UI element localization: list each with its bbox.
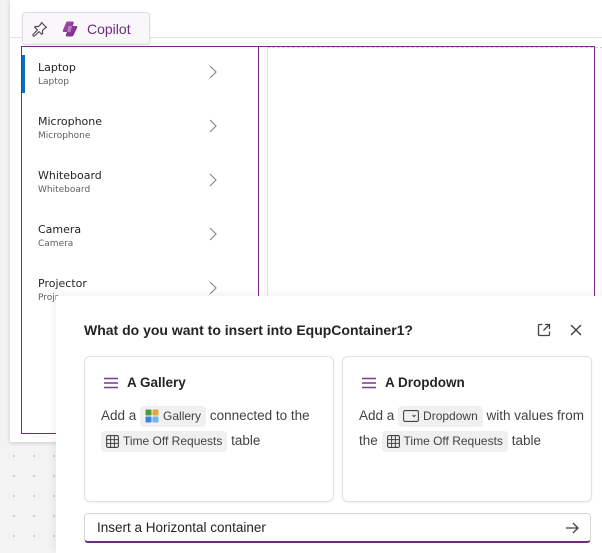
gallery-item-subtitle: Whiteboard [38,185,91,195]
dropdown-chip: Dropdown [398,405,483,427]
chevron-right-icon[interactable] [208,173,218,187]
pin-icon[interactable] [23,13,57,44]
copilot-icon [62,21,78,36]
table-icon [386,434,400,448]
gallery-item-laptop[interactable]: Laptop Laptop [22,47,258,101]
gallery-item-title: Microphone [38,115,103,128]
gallery-item-whiteboard[interactable]: Whiteboard Whiteboard [22,155,258,209]
chip-label: Gallery [163,408,202,423]
table-icon [106,434,119,448]
copilot-button[interactable]: Copilot [57,20,131,38]
gallery-item-title: Projector [38,277,87,290]
card-heading: A Gallery [103,375,186,390]
prompt-input[interactable] [97,520,564,535]
card-description: Add a Dropdown with values from the Time… [359,403,585,453]
chevron-right-icon[interactable] [208,281,218,295]
text: connected to the [209,408,310,423]
suggestion-card-gallery[interactable]: A Gallery Add a Gallery connected to the [84,356,334,502]
gallery-chip: Gallery [140,405,207,427]
panel-title: What do you want to insert into EqupCont… [84,322,413,338]
gallery-item-subtitle: Microphone [38,131,91,141]
gallery-item-title: Whiteboard [38,169,102,182]
gallery-item-subtitle: Camera [38,239,74,249]
copilot-prompt-box [84,513,591,543]
text: table [511,433,541,448]
list-icon [362,377,376,388]
chip-label: Time Off Requests [123,433,223,448]
card-heading: A Dropdown [361,375,465,390]
card-heading-label: A Gallery [127,375,186,390]
container-empty-area [267,47,602,297]
chevron-right-icon[interactable] [208,119,218,133]
gallery-item-camera[interactable]: Camera Camera [22,209,258,263]
chip-label: Dropdown [423,408,478,423]
chevron-right-icon[interactable] [208,65,218,79]
close-icon[interactable] [568,322,584,338]
card-heading-label: A Dropdown [385,375,465,390]
send-arrow-icon[interactable] [564,520,580,536]
open-external-icon[interactable] [536,322,552,338]
card-description: Add a Gallery connected to the Time Off … [101,403,327,453]
table-chip: Time Off Requests [101,430,228,452]
table-chip: Time Off Requests [381,430,508,452]
gallery-item-microphone[interactable]: Microphone Microphone [22,101,258,155]
text: table [231,433,261,448]
chevron-right-icon[interactable] [208,227,218,241]
gallery-item-subtitle: Laptop [38,77,69,87]
chip-label: Time Off Requests [403,433,503,448]
text: Add a [101,408,137,423]
text: Add a [359,408,395,423]
gallery-item-title: Camera [38,223,82,236]
copilot-label: Copilot [87,20,131,37]
gallery-item-title: Laptop [38,61,76,74]
suggestion-card-dropdown[interactable]: A Dropdown Add a Dropdown with values fr… [342,356,592,502]
dropdown-icon [403,410,419,423]
floating-toolbar: Copilot [22,12,150,45]
gallery-icon [145,409,159,423]
list-icon [104,377,118,388]
copilot-insert-panel: What do you want to insert into EqupCont… [56,296,602,553]
